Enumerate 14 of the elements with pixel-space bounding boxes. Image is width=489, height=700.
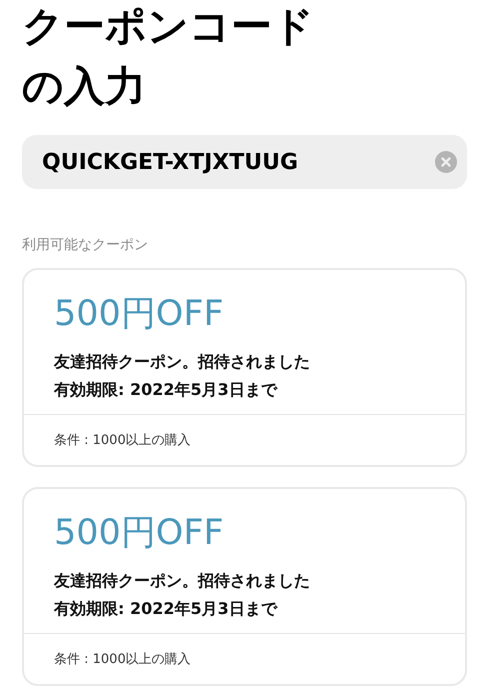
discount-amount: 500円OFF [54,293,225,336]
coupon-card[interactable]: 500円OFF 友達招待クーポン。招待されました 有効期限: 2022年5月3日まで 条件 : 1000以上の購入 [22,487,467,686]
coupon-condition: 条件 : 1000以上の購入 [53,432,192,450]
expiry-date: 有効期限: 2022年5月3日まで [54,598,279,620]
coupon-card[interactable]: 500円OFF 友達招待クーポン。招待されました 有効期限: 2022年5月3日まで 条件 : 1000以上の購入 [22,268,467,467]
coupon-description: 友達招待クーポン。招待されました [54,570,311,592]
section-label: 利用可能なクーポン [22,236,149,254]
coupon-condition: 条件 : 1000以上の購入 [53,651,192,669]
discount-amount: 500円OFF [54,512,225,555]
expiry-date: 有効期限: 2022年5月3日まで [54,379,279,401]
page-title: クーポンコードの入力 [22,1,315,112]
coupon-code-field[interactable]: QUICKGET-XTJXTUUG [22,135,467,189]
coupon-description: 友達招待クーポン。招待されました [54,351,311,373]
clear-icon[interactable] [435,151,457,173]
